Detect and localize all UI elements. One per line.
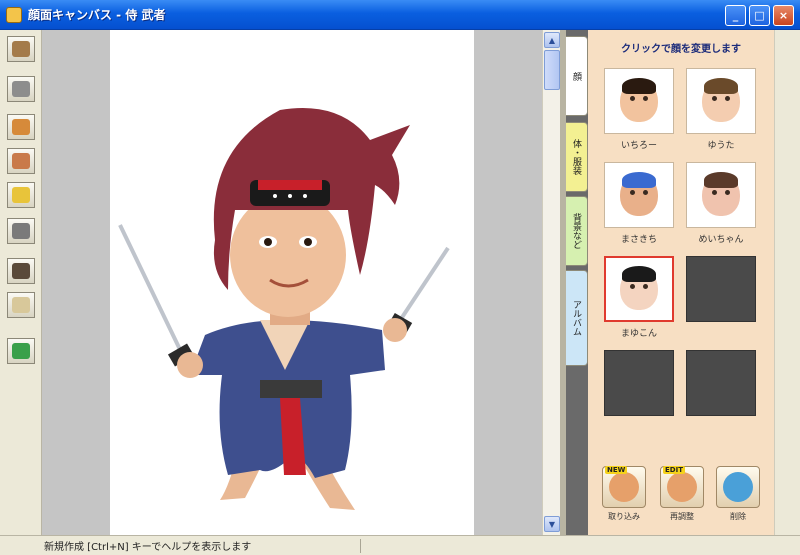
face-panel: クリックで顔を変更します いちろー ゆうたまさきち めいちゃんまゆこん NEW 取り込み… [588,30,774,535]
photo-caption: いちろー [620,141,657,151]
photo-slot[interactable] [604,162,674,228]
tool-button-film[interactable] [7,258,35,284]
window-controls: _ □ × [725,5,794,26]
panel-button-label: 削除 [730,512,746,521]
tool-button-character[interactable] [7,36,35,62]
panel-tab-label: 背景など [571,213,581,249]
tool-button-note[interactable] [7,292,35,318]
panel-tab-0[interactable]: 顔 [566,36,588,116]
tool-button-person[interactable] [7,148,35,174]
photo-caption: ゆうた [707,141,735,151]
panel-tab-label: アルバム [571,300,581,336]
app-icon [6,6,22,23]
character-icon [12,41,30,57]
tool-button-edit[interactable] [7,114,35,140]
button-badge: NEW [605,466,628,474]
photo-slot-empty[interactable] [686,350,756,416]
panel-button-label: 取り込み [608,512,640,521]
edit-icon [12,119,30,135]
panel-tab-label: 顔 [571,71,581,81]
face-thumbnail [620,266,658,310]
scroll-up-arrow-icon[interactable]: ▲ [544,32,560,48]
tool-button-mosaic[interactable] [7,218,35,244]
photo-caption: めいちゃん [698,235,744,245]
runner-icon [12,343,30,359]
tool-button-grid[interactable] [7,76,35,102]
sword-right [393,246,450,330]
mosaic-icon [12,223,30,239]
tool-button-runner[interactable] [7,338,35,364]
title-bar: 顔面キャンバス - 侍 武者 _ □ × [0,0,800,30]
canvas-scrollbar[interactable]: ▲ ▼ [542,30,560,535]
panel-button-face-edit[interactable]: EDIT [660,466,704,508]
photo-slot[interactable] [604,256,674,322]
face-thumbnail [702,172,740,216]
film-icon [12,263,30,279]
moon-icon [12,187,30,203]
photo-slot-empty[interactable] [604,350,674,416]
panel-tab-label: 体・服装 [571,139,581,175]
face-import-icon: NEW [605,466,639,502]
panel-tab-1[interactable]: 体・服装 [566,122,588,192]
samurai-character[interactable] [110,30,474,535]
sword-left [118,224,187,361]
tool-button-moon[interactable] [7,182,35,208]
status-text: 新規作成 [Ctrl+N] キーでヘルプを表示します [44,542,252,553]
photo-slot[interactable] [686,68,756,134]
status-bar: 新規作成 [Ctrl+N] キーでヘルプを表示します [0,535,800,555]
panel-button-face-import[interactable]: NEW [602,466,646,508]
note-icon [12,297,30,313]
photo-slot[interactable] [604,68,674,134]
photo-slot-empty[interactable] [686,256,756,322]
photo-slot[interactable] [686,162,756,228]
face-thumbnail [620,78,658,122]
panel-tabs: 顔体・服装背景などアルバム [566,30,588,535]
panel-tab-2[interactable]: 背景など [566,196,588,266]
grid-icon [12,81,30,97]
scroll-down-arrow-icon[interactable]: ▼ [544,516,560,532]
trash-icon [723,472,753,502]
person-icon [12,153,30,169]
left-toolbar [0,30,42,535]
panel-scrollbar[interactable] [774,30,800,535]
minimize-button[interactable]: _ [725,5,746,26]
panel-heading: クリックで顔を変更します [621,44,741,55]
panel-tab-3[interactable]: アルバム [566,270,588,366]
photo-caption: まさきち [620,235,657,245]
face-thumbnail [702,78,740,122]
canvas-area [42,30,542,535]
panel-button-trash[interactable] [716,466,760,508]
face-thumbnail [620,172,658,216]
status-separator [360,539,361,553]
photo-caption: まゆこん [620,329,657,339]
button-badge: EDIT [663,466,685,474]
maximize-button[interactable]: □ [749,5,770,26]
close-button[interactable]: × [773,5,794,26]
window-title: 顔面キャンバス - 侍 武者 [28,8,166,22]
scroll-thumb[interactable] [544,50,560,90]
face-edit-icon: EDIT [663,466,697,502]
panel-button-label: 再調整 [670,512,694,521]
character-canvas[interactable] [110,30,474,535]
